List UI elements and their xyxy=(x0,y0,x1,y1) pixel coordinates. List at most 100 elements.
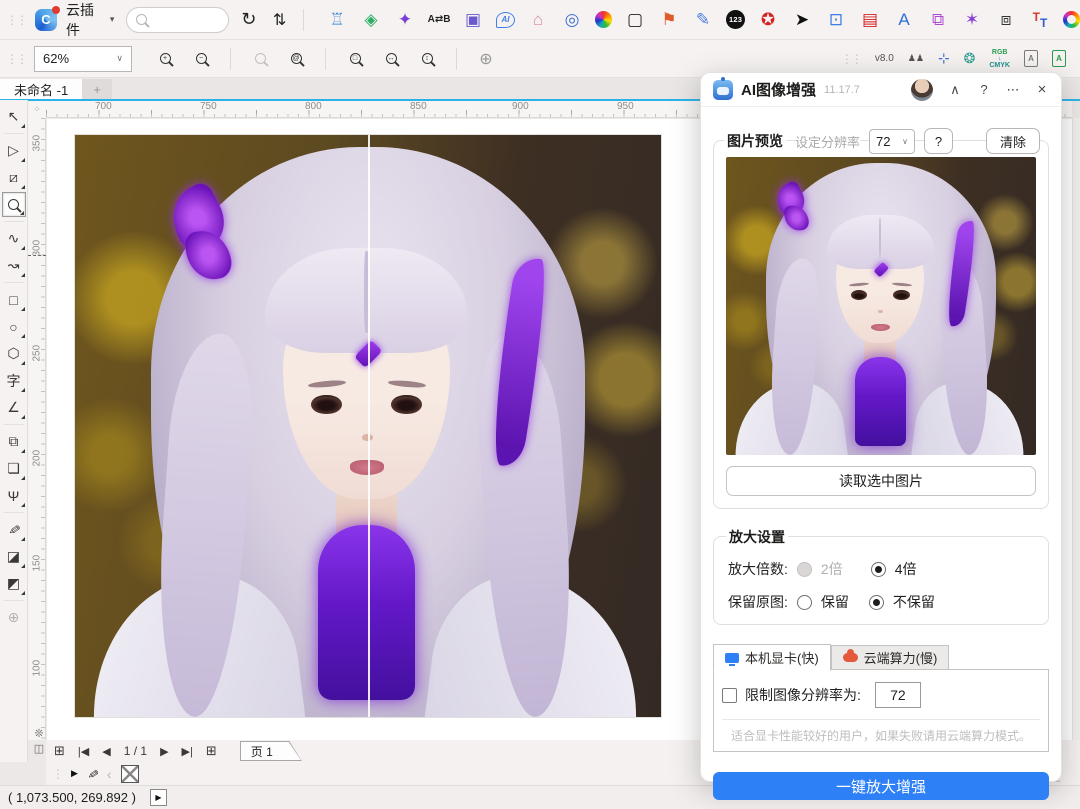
zoom-width-icon[interactable]: ↔ xyxy=(380,53,402,64)
ellipse-tool[interactable]: ○ xyxy=(2,314,26,339)
tab-local-gpu[interactable]: 本机显卡(快) xyxy=(713,644,831,671)
dialog-titlebar[interactable]: AI图像增强 11.17.7 ∧ ? ⋯ × xyxy=(701,73,1061,107)
seal-machine-icon[interactable]: ▤ xyxy=(859,7,881,33)
zoom-selected-icon[interactable] xyxy=(249,53,271,64)
rgb-cmyk-icon[interactable]: RGB ↓ CMYK xyxy=(989,49,1010,69)
zoom-in-icon[interactable]: + xyxy=(154,53,176,64)
collapse-arrow-icon[interactable]: ‹ xyxy=(107,766,112,782)
radio-keep-label[interactable]: 保留 xyxy=(821,592,849,612)
radio-discard[interactable] xyxy=(868,594,884,610)
resolution-select[interactable]: 72 ∨ xyxy=(869,128,916,154)
flyout-arrow-icon[interactable]: ▶ xyxy=(71,768,78,779)
chevron-down-icon[interactable]: ▾ xyxy=(110,14,115,25)
text-tool[interactable]: 字 xyxy=(2,368,26,393)
grid-icon[interactable]: ◫ xyxy=(34,742,44,755)
users-icon[interactable]: ♟♟ xyxy=(908,53,924,64)
more-button[interactable]: ⋯ xyxy=(1006,82,1020,98)
last-page-icon[interactable]: ▶| xyxy=(182,745,193,758)
resolution-help-button[interactable]: ? xyxy=(924,128,954,154)
load-selected-image-button[interactable]: 读取选中图片 xyxy=(726,466,1036,496)
zoom-page-icon[interactable]: □ xyxy=(344,53,366,64)
history-icon[interactable]: ↻ xyxy=(237,9,260,30)
eyedropper-icon[interactable]: ✎ xyxy=(84,767,102,780)
eyedropper-tool[interactable]: ✎ xyxy=(2,517,26,542)
next-page-icon[interactable]: ▶ xyxy=(160,745,168,758)
vertical-ruler[interactable]: 350 300 250 200 150 100 xyxy=(28,118,46,740)
zoom-tool[interactable] xyxy=(1,192,26,217)
certificate-icon[interactable]: ⚑ xyxy=(658,7,680,33)
fillrow-drag-handle[interactable]: ⋮ xyxy=(52,767,64,781)
shadow-tool[interactable]: ❏ xyxy=(2,456,26,481)
add-page-icon[interactable]: ⊞ xyxy=(54,743,65,759)
export-doc-icon[interactable]: A xyxy=(1052,50,1066,67)
document-tab-active[interactable]: 未命名 -1 xyxy=(0,79,83,99)
zoom-level-combo[interactable]: 62% ∨ xyxy=(34,45,132,72)
plugin-menu[interactable]: 云插件 xyxy=(66,0,106,40)
customize-tool[interactable]: ⊕ xyxy=(2,605,26,630)
collapse-button[interactable]: ∧ xyxy=(948,82,962,98)
close-button[interactable]: × xyxy=(1035,81,1049,98)
toolbar-drag-handle-3[interactable]: ⋮⋮ xyxy=(841,52,863,66)
radio-keep[interactable] xyxy=(796,594,812,610)
artistic-media-tool[interactable]: ↝ xyxy=(2,253,26,278)
pencil-sparkle-icon[interactable]: ✎ xyxy=(692,7,714,33)
ai-pagoda-icon[interactable]: ♖ xyxy=(326,7,348,33)
fill-tool[interactable]: ◪ xyxy=(2,544,26,569)
radio-discard-label[interactable]: 不保留 xyxy=(893,592,935,612)
zoom-height-icon[interactable]: ↕ xyxy=(416,53,438,64)
connector-tool[interactable]: ⧉ xyxy=(2,429,26,454)
numbers-icon[interactable]: 123 xyxy=(726,10,746,29)
color-ring-icon[interactable] xyxy=(1063,11,1080,28)
canvas-artwork-image[interactable] xyxy=(74,134,662,718)
limit-resolution-input[interactable]: 72 xyxy=(874,682,921,708)
add-page2-icon[interactable]: ⊞ xyxy=(206,743,217,759)
image-frame-icon[interactable]: ▣ xyxy=(462,7,484,33)
rectangle-tool[interactable]: □ xyxy=(2,287,26,312)
sort-icon[interactable]: ⇅ xyxy=(268,10,291,30)
ruler-origin[interactable]: ⁘ xyxy=(28,101,46,118)
dragon-icon[interactable]: ✦ xyxy=(394,7,416,33)
building-icon[interactable]: ⌂ xyxy=(527,7,549,33)
toolbar-drag-handle[interactable]: ⋮⋮ xyxy=(6,13,28,27)
cursor-icon[interactable]: ➤ xyxy=(791,7,813,33)
align-icon[interactable]: ⊹ xyxy=(938,50,950,67)
enhance-button[interactable]: 一键放大增强 xyxy=(713,772,1049,800)
image-select-icon[interactable]: ⊡ xyxy=(825,7,847,33)
toolbar-drag-handle-2[interactable]: ⋮⋮ xyxy=(6,52,28,66)
user-avatar[interactable] xyxy=(911,78,933,101)
no-fill-swatch[interactable] xyxy=(120,764,139,783)
zoom-out-icon[interactable]: − xyxy=(190,53,212,64)
radio-4x[interactable] xyxy=(870,561,886,577)
new-document-tab-button[interactable]: + xyxy=(82,79,113,99)
limit-resolution-label[interactable]: 限制图像分辨率为: xyxy=(745,685,861,705)
badge-icon[interactable]: ◎ xyxy=(561,7,583,33)
tab-cloud-compute[interactable]: 云端算力(慢) xyxy=(830,645,950,670)
pick-tool[interactable]: ↖ xyxy=(2,104,26,129)
limit-resolution-checkbox[interactable] xyxy=(722,687,737,703)
doc-navigator-icon[interactable]: ▶ xyxy=(149,789,167,806)
first-page-icon[interactable]: |◀ xyxy=(78,745,89,758)
radio-2x-label[interactable]: 2倍 xyxy=(821,559,843,579)
translate-ab-icon[interactable]: A⇄B xyxy=(428,7,451,33)
preview-image[interactable] xyxy=(726,157,1036,455)
polygon-tool[interactable]: ⬡ xyxy=(2,341,26,366)
zoom-all-icon[interactable]: @ xyxy=(285,53,307,64)
text-convert-icon[interactable]: TT xyxy=(1029,7,1051,33)
magic-wand-icon[interactable]: ✶ xyxy=(961,7,983,33)
clear-button[interactable]: 清除 xyxy=(985,128,1040,154)
page-tab-1[interactable]: 页 1 xyxy=(239,741,302,761)
ai-chat-icon[interactable]: AI xyxy=(496,11,516,28)
frame-icon[interactable]: ▢ xyxy=(624,7,646,33)
stamp-icon[interactable]: ✪ xyxy=(757,7,779,33)
dimension-tool[interactable]: ∠ xyxy=(2,395,26,420)
snowflake-icon[interactable]: ❊ xyxy=(34,727,43,740)
settings-globe-icon[interactable]: ❂ xyxy=(964,50,976,67)
letter-a-icon[interactable]: A xyxy=(893,7,915,33)
transparency-tool[interactable]: Ψ xyxy=(2,483,26,508)
help-button[interactable]: ? xyxy=(977,82,991,97)
gem-icon[interactable]: ◈ xyxy=(360,7,382,33)
corel-plugin-logo-icon[interactable] xyxy=(34,5,60,32)
copy-frames-icon[interactable]: ⧉ xyxy=(927,7,949,33)
radio-2x[interactable] xyxy=(796,561,812,577)
color-wheel-icon[interactable] xyxy=(595,11,613,28)
